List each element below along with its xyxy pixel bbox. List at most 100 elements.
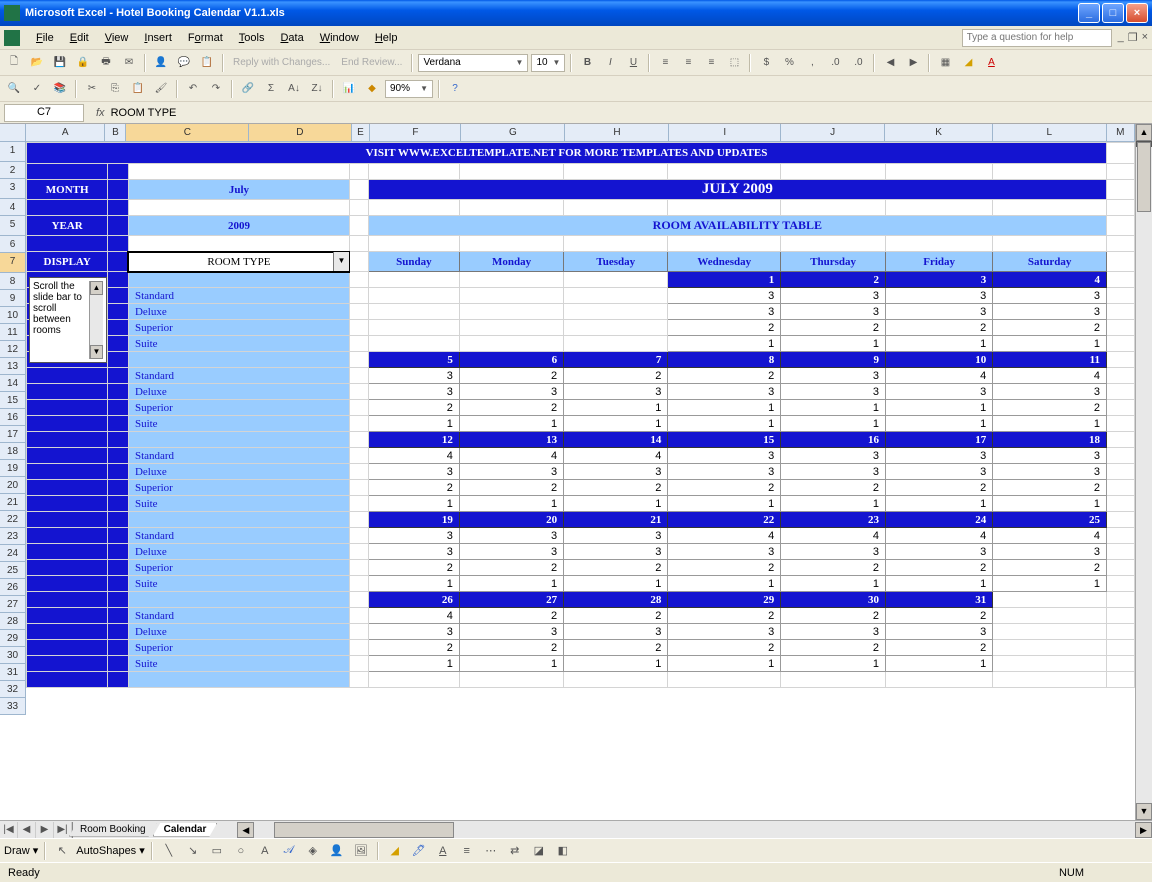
column-header-J[interactable]: J <box>781 124 885 142</box>
row-header-8[interactable]: 8 <box>0 273 26 290</box>
scroll-down-button[interactable]: ▼ <box>1136 803 1152 820</box>
currency-button[interactable]: $ <box>756 53 776 73</box>
linestyle-button[interactable]: ≡ <box>457 841 477 861</box>
doc-restore-button[interactable]: ❐ <box>1128 31 1138 44</box>
decrease-indent-button[interactable]: ◀ <box>880 53 900 73</box>
row-header-27[interactable]: 27 <box>0 596 26 613</box>
research-button[interactable]: 📚 <box>50 79 70 99</box>
column-header-G[interactable]: G <box>461 124 565 142</box>
picture-button[interactable]: 🖼 <box>351 841 371 861</box>
row-header-32[interactable]: 32 <box>0 681 26 698</box>
scroll-left-button[interactable]: ◀ <box>237 822 254 838</box>
row-header-14[interactable]: 14 <box>0 375 26 392</box>
menu-file[interactable]: File <box>28 29 62 47</box>
show-comments-button[interactable]: 📋 <box>197 53 217 73</box>
row-header-23[interactable]: 23 <box>0 528 26 545</box>
row-header-6[interactable]: 6 <box>0 236 26 253</box>
row-header-16[interactable]: 16 <box>0 409 26 426</box>
help-search-input[interactable] <box>962 29 1112 47</box>
percent-button[interactable]: % <box>779 53 799 73</box>
align-center-button[interactable]: ≡ <box>678 53 698 73</box>
column-header-B[interactable]: B <box>105 124 126 142</box>
align-right-button[interactable]: ≡ <box>701 53 721 73</box>
autosum-button[interactable]: Σ <box>261 79 281 99</box>
doc-close-button[interactable]: × <box>1142 31 1148 44</box>
cut-button[interactable]: ✂ <box>82 79 102 99</box>
reviewer-button[interactable]: 👤 <box>151 53 171 73</box>
scroll-hint-scrollbar[interactable]: ▲ ▼ <box>89 281 103 359</box>
scroll-down-arrow-icon[interactable]: ▼ <box>90 345 103 359</box>
wordart-button[interactable]: 𝒜 <box>279 841 299 861</box>
scroll-up-button[interactable]: ▲ <box>1136 124 1152 141</box>
menu-format[interactable]: Format <box>180 29 231 47</box>
menu-edit[interactable]: Edit <box>62 29 97 47</box>
column-header-K[interactable]: K <box>885 124 993 142</box>
select-all-corner[interactable] <box>0 124 26 142</box>
menu-window[interactable]: Window <box>312 29 367 47</box>
maximize-button[interactable]: □ <box>1102 3 1124 23</box>
row-header-30[interactable]: 30 <box>0 647 26 664</box>
autoshapes-menu[interactable]: AutoShapes ▾ <box>76 844 145 857</box>
increase-indent-button[interactable]: ▶ <box>903 53 923 73</box>
bold-button[interactable]: B <box>577 53 597 73</box>
shadow-button[interactable]: ◪ <box>529 841 549 861</box>
comma-button[interactable]: , <box>802 53 822 73</box>
permission-button[interactable]: 🔒 <box>73 53 93 73</box>
row-header-4[interactable]: 4 <box>0 199 26 216</box>
row-header-20[interactable]: 20 <box>0 477 26 494</box>
close-button[interactable]: × <box>1126 3 1148 23</box>
row-header-18[interactable]: 18 <box>0 443 26 460</box>
column-header-F[interactable]: F <box>370 124 461 142</box>
row-header-3[interactable]: 3 <box>0 179 26 199</box>
fontsize-selector[interactable]: 10▼ <box>531 54 565 72</box>
row-header-7[interactable]: 7 <box>0 253 26 273</box>
linecolor-button[interactable]: 🖊 <box>409 841 429 861</box>
arrow-button[interactable]: ↘ <box>183 841 203 861</box>
new-button[interactable]: 🗋 <box>4 53 24 73</box>
tab-room-booking[interactable]: Room Booking <box>69 823 157 837</box>
tab-prev-button[interactable]: ◀ <box>18 822 36 838</box>
fillcolor-draw-button[interactable]: ◢ <box>385 841 405 861</box>
drawing-button[interactable]: ◆ <box>362 79 382 99</box>
column-header-I[interactable]: I <box>669 124 781 142</box>
row-header-15[interactable]: 15 <box>0 392 26 409</box>
doc-minimize-button[interactable]: _ <box>1118 31 1124 44</box>
arrowstyle-button[interactable]: ⇄ <box>505 841 525 861</box>
column-header-C[interactable]: C <box>126 124 249 142</box>
line-button[interactable]: ╲ <box>159 841 179 861</box>
comment-button[interactable]: 💬 <box>174 53 194 73</box>
row-header-29[interactable]: 29 <box>0 630 26 647</box>
column-header-A[interactable]: A <box>26 124 105 142</box>
vertical-scrollbar[interactable]: ▲ ▼ <box>1135 124 1152 820</box>
paste-button[interactable]: 📋 <box>128 79 148 99</box>
redo-button[interactable]: ↷ <box>206 79 226 99</box>
tab-next-button[interactable]: ▶ <box>36 822 54 838</box>
mail-button[interactable]: ✉ <box>119 53 139 73</box>
column-header-H[interactable]: H <box>565 124 669 142</box>
increase-decimal-button[interactable]: .0 <box>825 53 845 73</box>
dashstyle-button[interactable]: ⋯ <box>481 841 501 861</box>
spelling-button[interactable]: ✓ <box>27 79 47 99</box>
rectangle-button[interactable]: ▭ <box>207 841 227 861</box>
undo-button[interactable]: ↶ <box>183 79 203 99</box>
row-header-22[interactable]: 22 <box>0 511 26 528</box>
sort-asc-button[interactable]: A↓ <box>284 79 304 99</box>
row-header-5[interactable]: 5 <box>0 216 26 236</box>
formula-input[interactable]: ROOM TYPE <box>111 107 1148 119</box>
row-header-10[interactable]: 10 <box>0 307 26 324</box>
row-header-26[interactable]: 26 <box>0 579 26 596</box>
row-header-2[interactable]: 2 <box>0 162 26 179</box>
row-header-9[interactable]: 9 <box>0 290 26 307</box>
help-button[interactable]: ? <box>445 79 465 99</box>
column-header-D[interactable]: D <box>249 124 351 142</box>
menu-help[interactable]: Help <box>367 29 406 47</box>
menu-view[interactable]: View <box>97 29 137 47</box>
oval-button[interactable]: ○ <box>231 841 251 861</box>
formatpainter-button[interactable]: 🖌 <box>151 79 171 99</box>
row-header-31[interactable]: 31 <box>0 664 26 681</box>
row-header-33[interactable]: 33 <box>0 698 26 715</box>
row-header-1[interactable]: 1 <box>0 142 26 162</box>
row-header-12[interactable]: 12 <box>0 341 26 358</box>
fillcolor-button[interactable]: ◢ <box>958 53 978 73</box>
select-objects-button[interactable]: ↖ <box>52 841 72 861</box>
